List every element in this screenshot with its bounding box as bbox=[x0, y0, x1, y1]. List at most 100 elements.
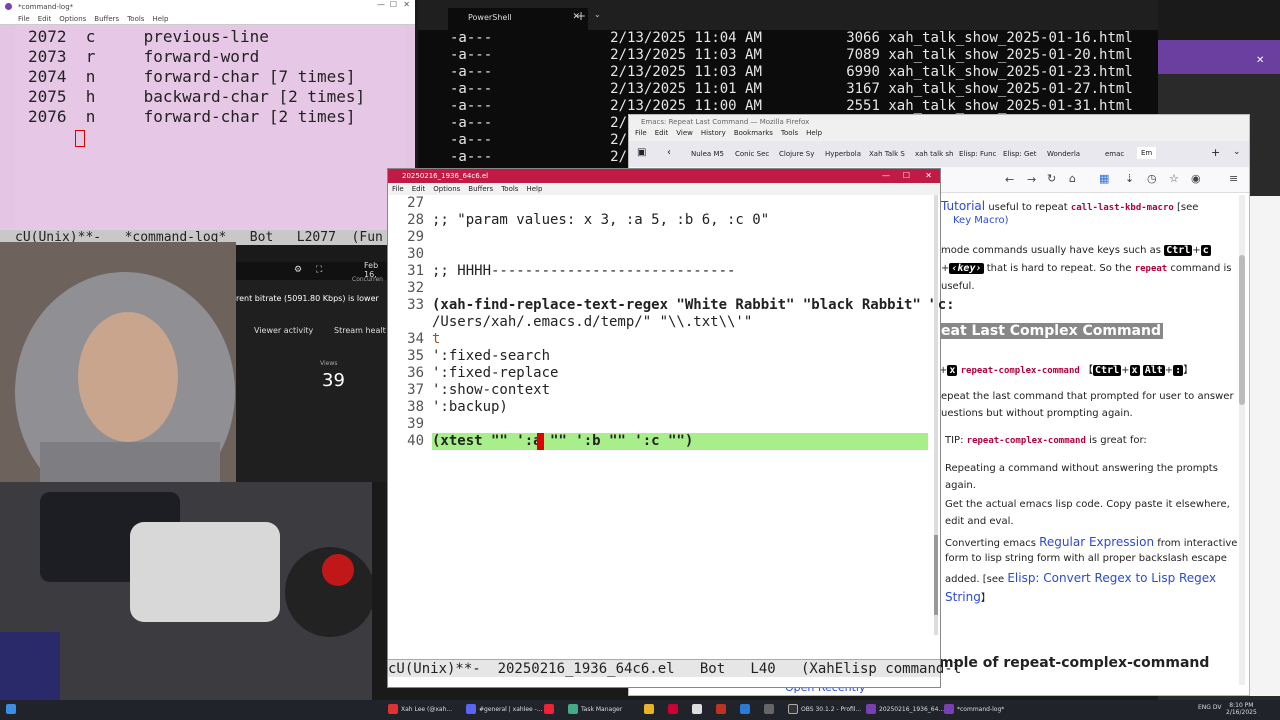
browser-tab[interactable]: Elisp: Get bbox=[1003, 150, 1036, 158]
menu-edit[interactable]: Edit bbox=[655, 129, 669, 141]
close-icon[interactable]: ✕ bbox=[925, 171, 932, 180]
menu-help[interactable]: Help bbox=[806, 129, 822, 141]
scrollbar[interactable] bbox=[1239, 195, 1245, 685]
menu-help[interactable]: Help bbox=[526, 185, 542, 193]
menu-file[interactable]: File bbox=[18, 15, 30, 23]
browser-tab[interactable]: emac bbox=[1105, 150, 1124, 158]
menu-options[interactable]: Options bbox=[59, 15, 86, 23]
task-manager-icon bbox=[568, 704, 578, 714]
menu-icon[interactable]: ≡ bbox=[1229, 172, 1238, 185]
taskbar-item[interactable] bbox=[692, 704, 702, 714]
taskbar-item[interactable] bbox=[740, 704, 750, 714]
app-icon bbox=[692, 704, 702, 714]
code-buffer[interactable]: 27 28 ;; "param values: x 3, :a 5, :b 6,… bbox=[388, 195, 955, 655]
convert-regex-link-cont[interactable]: String bbox=[945, 590, 981, 604]
maximize-icon[interactable]: ☐ bbox=[903, 171, 910, 180]
home-icon[interactable]: ⌂ bbox=[1069, 172, 1076, 185]
taskbar-item[interactable]: *command-log* bbox=[944, 704, 1004, 714]
convert-regex-link[interactable]: Elisp: Convert Regex to Lisp Regex bbox=[1007, 571, 1216, 585]
chevron-down-icon[interactable]: ⌄ bbox=[1233, 147, 1241, 157]
browser-tab[interactable]: Hyperbola bbox=[825, 150, 861, 158]
forward-icon[interactable]: → bbox=[1027, 173, 1036, 186]
menu-tools[interactable]: Tools bbox=[781, 129, 798, 141]
regex-link[interactable]: Regular Expression bbox=[1039, 535, 1154, 549]
taskbar-item[interactable]: OBS 30.1.2 - Profil... bbox=[788, 704, 861, 714]
menu-tools[interactable]: Tools bbox=[127, 15, 144, 23]
download-icon[interactable]: ⇣ bbox=[1125, 172, 1134, 185]
browser-tab[interactable]: xah talk sh bbox=[915, 150, 953, 158]
firefox-titlebar[interactable]: Emacs: Repeat Last Command — Mozilla Fir… bbox=[629, 115, 1249, 129]
taskbar-item[interactable] bbox=[716, 704, 726, 714]
browser-tab[interactable]: Nulea M5 bbox=[691, 150, 724, 158]
chevron-down-icon[interactable]: ⌄ bbox=[594, 10, 601, 19]
tab-powershell[interactable]: PowerShell ✕ bbox=[448, 8, 588, 30]
menu-history[interactable]: History bbox=[701, 129, 726, 141]
start-icon[interactable] bbox=[6, 704, 16, 714]
browser-tab[interactable]: Wonderla bbox=[1047, 150, 1080, 158]
tab-stream-health[interactable]: Stream healt bbox=[334, 326, 386, 335]
emacs-scrollbar[interactable] bbox=[934, 195, 938, 635]
close-icon[interactable]: ✕ bbox=[403, 0, 410, 9]
menu-options[interactable]: Options bbox=[433, 185, 460, 193]
taskbar-item[interactable] bbox=[644, 704, 654, 714]
settings-icon[interactable]: ⚙ bbox=[294, 265, 302, 275]
line-number: 37 bbox=[407, 382, 424, 398]
emacs-menubar: File Edit Options Buffers Tools Help bbox=[388, 183, 940, 195]
folder-icon bbox=[644, 704, 654, 714]
clock[interactable]: 8:10 PM 2/16/2025 bbox=[1226, 702, 1257, 716]
taskbar-item[interactable]: #general | xahlee -... bbox=[466, 704, 543, 714]
language-indicator[interactable]: ENG DV bbox=[1198, 704, 1221, 711]
line-number: 27 bbox=[407, 195, 424, 211]
taskbar-item[interactable] bbox=[764, 704, 774, 714]
taskbar-item[interactable]: Task Manager bbox=[568, 704, 622, 714]
taskbar-item[interactable] bbox=[668, 704, 678, 714]
terminal-row: -a--- 2/16/ bbox=[450, 149, 652, 165]
menu-buffers[interactable]: Buffers bbox=[94, 15, 119, 23]
menu-tools[interactable]: Tools bbox=[501, 185, 518, 193]
emacs-titlebar[interactable]: 20250216_1936_64c6.el — ☐ ✕ bbox=[388, 169, 940, 183]
browser-tab[interactable]: Clojure Sy bbox=[779, 150, 814, 158]
command-log-window[interactable]: *command-log* — ☐ ✕ File Edit Options Bu… bbox=[0, 0, 415, 245]
menu-bookmarks[interactable]: Bookmarks bbox=[734, 129, 773, 141]
minimize-icon[interactable]: — bbox=[882, 171, 890, 180]
taskbar-item[interactable] bbox=[544, 704, 554, 714]
menu-file[interactable]: File bbox=[635, 129, 647, 141]
taskbar-item[interactable]: 20250216_1936_64... bbox=[866, 704, 944, 714]
account-icon[interactable]: ◉ bbox=[1191, 172, 1201, 185]
browser-tab[interactable]: Xah Talk S bbox=[869, 150, 905, 158]
back-icon[interactable]: ← bbox=[1005, 173, 1014, 186]
minimize-icon[interactable]: — bbox=[377, 0, 385, 9]
extensions-icon[interactable]: ▦ bbox=[1099, 172, 1109, 185]
bullet-item-cont: String】 bbox=[945, 590, 991, 604]
app-icon bbox=[716, 704, 726, 714]
history-icon[interactable]: ◷ bbox=[1147, 172, 1157, 185]
tab-list-icon[interactable]: ▣ bbox=[637, 147, 646, 158]
menu-buffers[interactable]: Buffers bbox=[468, 185, 493, 193]
browser-tab-active[interactable]: Em bbox=[1137, 147, 1157, 159]
tutorial-link[interactable]: Tutorial bbox=[941, 199, 985, 213]
background-app-close-icon[interactable]: ✕ bbox=[1256, 55, 1264, 66]
tab-viewer-activity[interactable]: Viewer activity bbox=[254, 326, 313, 335]
emacs-main-window[interactable]: 20250216_1936_64c6.el — ☐ ✕ File Edit Op… bbox=[387, 168, 961, 688]
fullscreen-icon[interactable]: ⛶ bbox=[316, 265, 322, 275]
browser-tab[interactable]: Elisp: Func bbox=[959, 150, 996, 158]
menu-view[interactable]: View bbox=[676, 129, 693, 141]
command-log-buffer[interactable]: 2072 c previous-line 2073 r forward-word… bbox=[15, 25, 405, 231]
line-number: 33 bbox=[407, 297, 424, 313]
menu-help[interactable]: Help bbox=[152, 15, 168, 23]
new-tab-icon[interactable]: + bbox=[576, 9, 586, 23]
menu-file[interactable]: File bbox=[392, 185, 404, 193]
browser-tab[interactable]: Conic Sec bbox=[735, 150, 769, 158]
menu-edit[interactable]: Edit bbox=[412, 185, 426, 193]
command-log-titlebar[interactable]: *command-log* — ☐ ✕ bbox=[0, 0, 415, 13]
bookmark-star-icon[interactable]: ☆ bbox=[1169, 172, 1179, 185]
taskbar-item[interactable]: Xah Lee (@xah... bbox=[388, 704, 452, 714]
maximize-icon[interactable]: ☐ bbox=[390, 0, 397, 9]
new-tab-icon[interactable]: + bbox=[1211, 146, 1220, 159]
chevron-left-icon[interactable]: ‹ bbox=[667, 147, 671, 158]
description-line: uestions but without prompting again. bbox=[941, 408, 1133, 419]
key-macro-link[interactable]: Key Macro) bbox=[953, 215, 1008, 226]
reload-icon[interactable]: ↻ bbox=[1047, 172, 1056, 185]
menu-edit[interactable]: Edit bbox=[38, 15, 52, 23]
emacs-icon bbox=[866, 704, 876, 714]
